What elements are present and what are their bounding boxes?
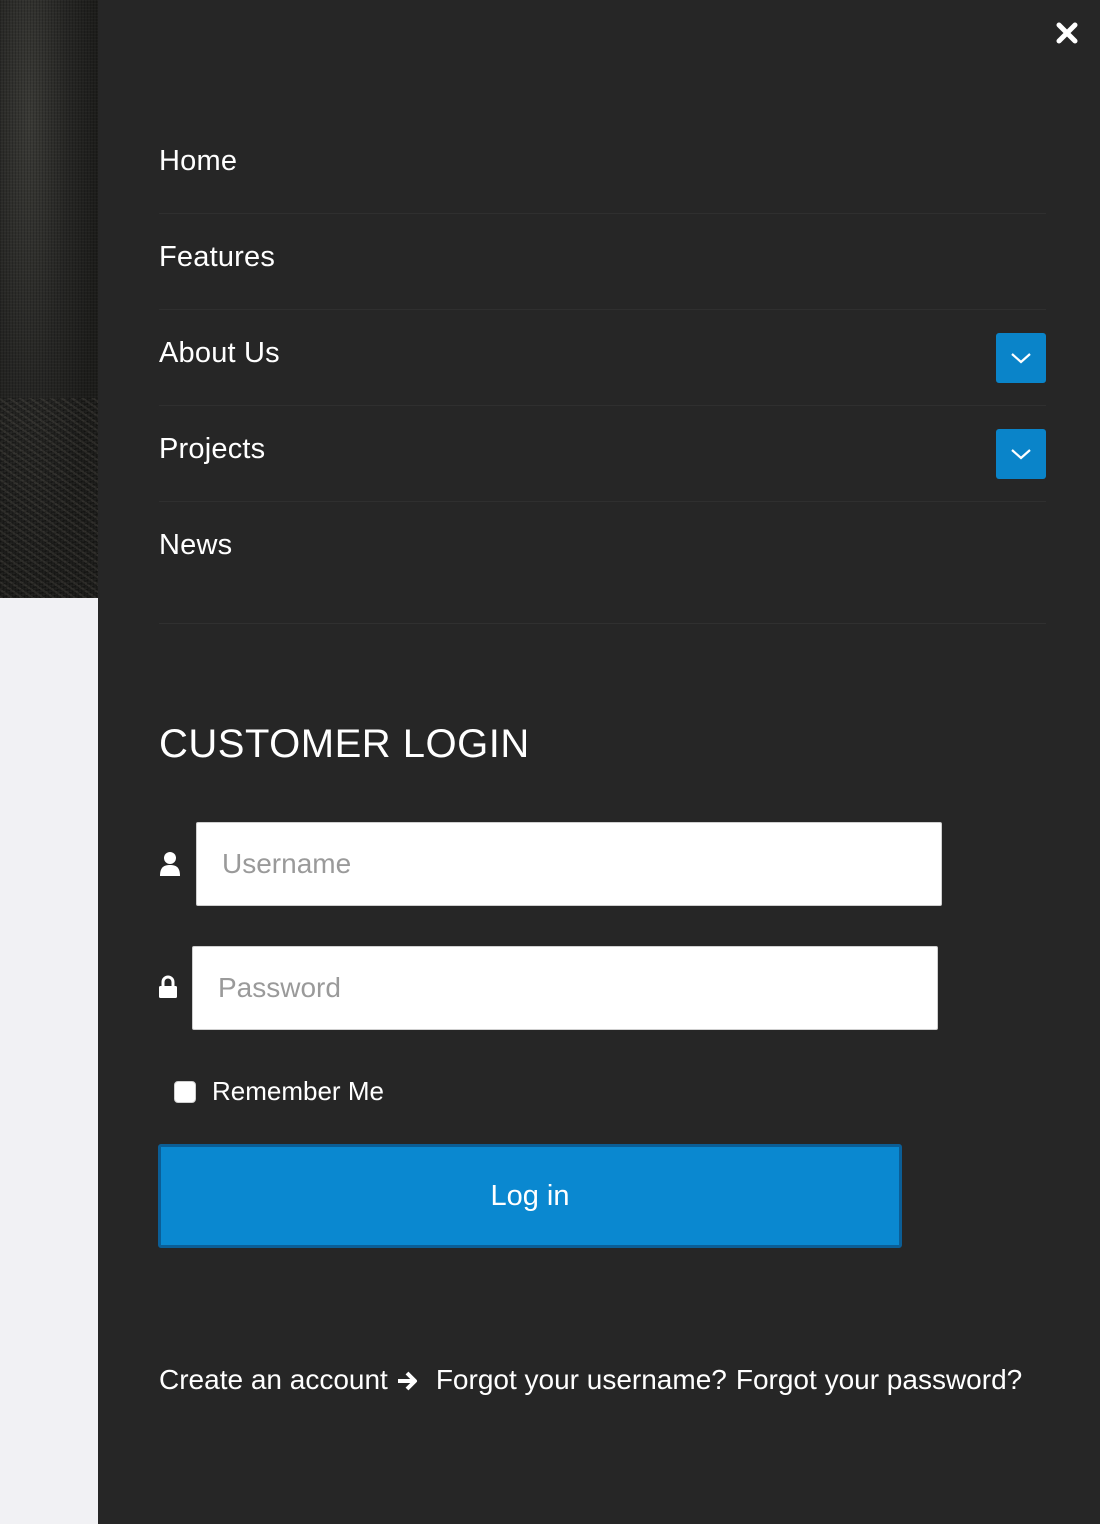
menu-link-home[interactable]: Home [159, 145, 237, 178]
menu-item-home: Home [159, 118, 1046, 214]
offcanvas-menu-panel: Home Features About Us Projects News CUS… [98, 0, 1100, 1524]
menu-link-features[interactable]: Features [159, 241, 275, 274]
menu-item-features: Features [159, 214, 1046, 310]
chevron-down-icon [1011, 353, 1031, 364]
account-links: Create an account Forgot your username? … [159, 1364, 1022, 1396]
page: Home Features About Us Projects News CUS… [0, 0, 1100, 1524]
menu-item-about-us: About Us [159, 310, 1046, 406]
arrow-right-icon [396, 1368, 420, 1392]
remember-me-row: Remember Me [174, 1076, 384, 1107]
about-us-submenu-toggle[interactable] [996, 333, 1046, 383]
background-photo [0, 0, 98, 598]
menu-item-news: News [159, 502, 1046, 624]
username-input[interactable] [196, 822, 942, 906]
menu-item-projects: Projects [159, 406, 1046, 502]
remember-me-checkbox[interactable] [174, 1080, 196, 1103]
user-icon [159, 851, 181, 877]
close-icon[interactable] [1054, 20, 1080, 46]
forgot-password-link[interactable]: Forgot your password? [736, 1364, 1022, 1396]
chevron-down-icon [1011, 449, 1031, 460]
forgot-username-link[interactable]: Forgot your username? [436, 1364, 727, 1396]
lock-icon [158, 975, 180, 1001]
menu-link-news[interactable]: News [159, 529, 232, 562]
menu-link-projects[interactable]: Projects [159, 433, 265, 466]
create-account-link[interactable]: Create an account [159, 1364, 388, 1396]
login-button[interactable]: Log in [158, 1144, 902, 1248]
projects-submenu-toggle[interactable] [996, 429, 1046, 479]
password-input[interactable] [192, 946, 938, 1030]
customer-login-title: CUSTOMER LOGIN [159, 722, 530, 766]
remember-me-label[interactable]: Remember Me [212, 1076, 384, 1107]
main-menu: Home Features About Us Projects News [159, 118, 1046, 624]
menu-link-about-us[interactable]: About Us [159, 337, 280, 370]
